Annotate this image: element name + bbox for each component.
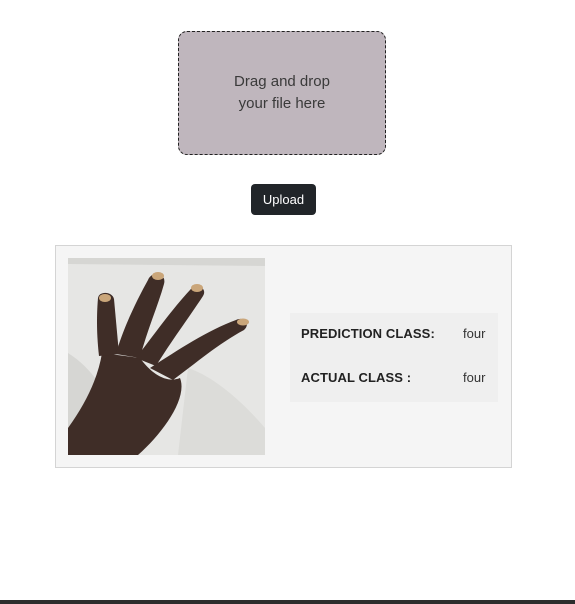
prediction-details: PREDICTION CLASS: four ACTUAL CLASS : fo…	[290, 313, 498, 402]
dropzone-text-line-1: Drag and drop	[234, 73, 330, 90]
prediction-class-row: PREDICTION CLASS: four	[290, 324, 498, 344]
uploaded-hand-image	[68, 258, 265, 455]
actual-class-label: ACTUAL CLASS :	[301, 370, 412, 385]
prediction-class-value: four	[463, 326, 486, 341]
actual-class-value: four	[463, 370, 486, 385]
footer-bar	[0, 600, 575, 604]
upload-button[interactable]: Upload	[251, 184, 316, 215]
actual-class-row: ACTUAL CLASS : four	[290, 368, 498, 388]
dropzone-instructions: Drag and drop your file here	[234, 71, 330, 115]
prediction-result-card: PREDICTION CLASS: four ACTUAL CLASS : fo…	[55, 245, 512, 468]
dropzone-text-line-2: your file here	[238, 95, 326, 112]
prediction-class-label: PREDICTION CLASS:	[301, 326, 435, 341]
file-dropzone[interactable]: Drag and drop your file here	[178, 31, 386, 155]
